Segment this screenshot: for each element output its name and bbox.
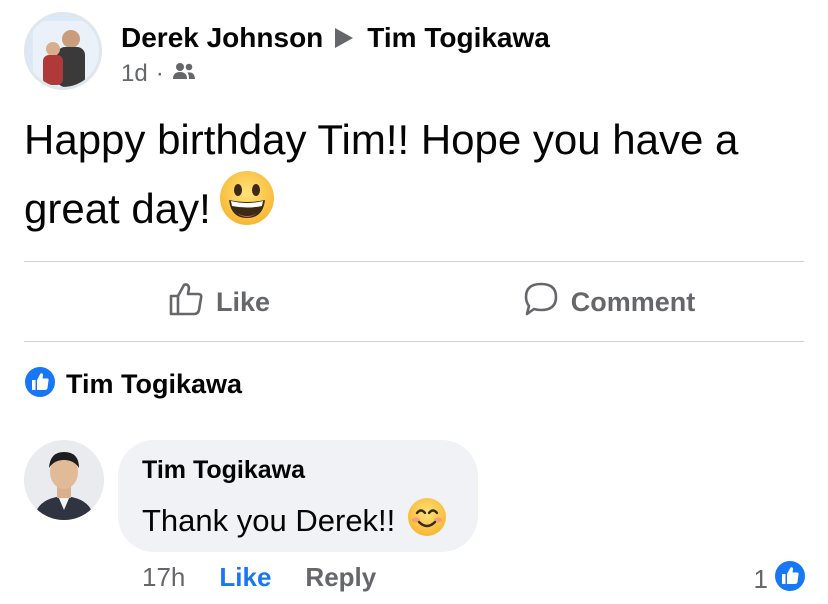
comment-like-button[interactable]: Like [219, 562, 271, 593]
comment-text-row: Thank you Derek!! [142, 497, 454, 545]
smiling-face-icon [395, 497, 447, 545]
comment-button[interactable]: Comment [414, 262, 804, 342]
comment-actions: 17h Like Reply [142, 562, 376, 593]
recipient-name[interactable]: Tim Togikawa [367, 22, 550, 54]
post-body-line-1: Happy birthday Tim!! Hope you have a [24, 116, 739, 163]
post-header: Derek Johnson Tim Togikawa 1d · [24, 12, 804, 92]
reaction-summary[interactable]: Tim Togikawa [24, 366, 242, 403]
post-header-text: Derek Johnson Tim Togikawa 1d · [121, 22, 550, 88]
post-body-line-2: great day! [24, 171, 814, 250]
post-names: Derek Johnson Tim Togikawa [121, 22, 550, 54]
meta-separator: · [155, 60, 164, 87]
like-button-label: Like [215, 286, 271, 317]
comment-time[interactable]: 17h [142, 562, 185, 593]
comment-reply-button[interactable]: Reply [305, 562, 376, 593]
like-count-icon [768, 560, 806, 599]
reactor-name[interactable]: Tim Togikawa [66, 369, 242, 400]
comment-text: Thank you Derek!! [142, 503, 396, 538]
comment-author[interactable]: Tim Togikawa [142, 456, 454, 485]
comment-button-label: Comment [570, 286, 696, 317]
thumbs-up-outline-icon [168, 281, 216, 324]
comment-bubble-icon [523, 281, 571, 324]
author-avatar[interactable] [24, 12, 102, 90]
commenter-avatar[interactable] [24, 440, 104, 520]
like-button[interactable]: Like [24, 262, 414, 342]
comment-bubble: Tim Togikawa Thank you Derek!! [118, 440, 478, 552]
author-name[interactable]: Derek Johnson [121, 22, 323, 54]
friends-icon[interactable] [172, 60, 196, 88]
post-body: Happy birthday Tim!! Hope you have a gre… [24, 106, 814, 250]
arrow-right-icon [335, 28, 354, 48]
like-count-value: 1 [753, 564, 768, 594]
comment-like-count[interactable]: 1 [754, 560, 806, 599]
post-meta: 1d · [121, 60, 550, 88]
grinning-face-icon [219, 170, 275, 246]
post-action-bar: Like Comment [24, 262, 804, 342]
post-time[interactable]: 1d [121, 60, 148, 88]
post-body-line-2-text: great day! [24, 185, 211, 233]
divider-bottom [24, 341, 804, 342]
like-reaction-icon [24, 366, 56, 403]
